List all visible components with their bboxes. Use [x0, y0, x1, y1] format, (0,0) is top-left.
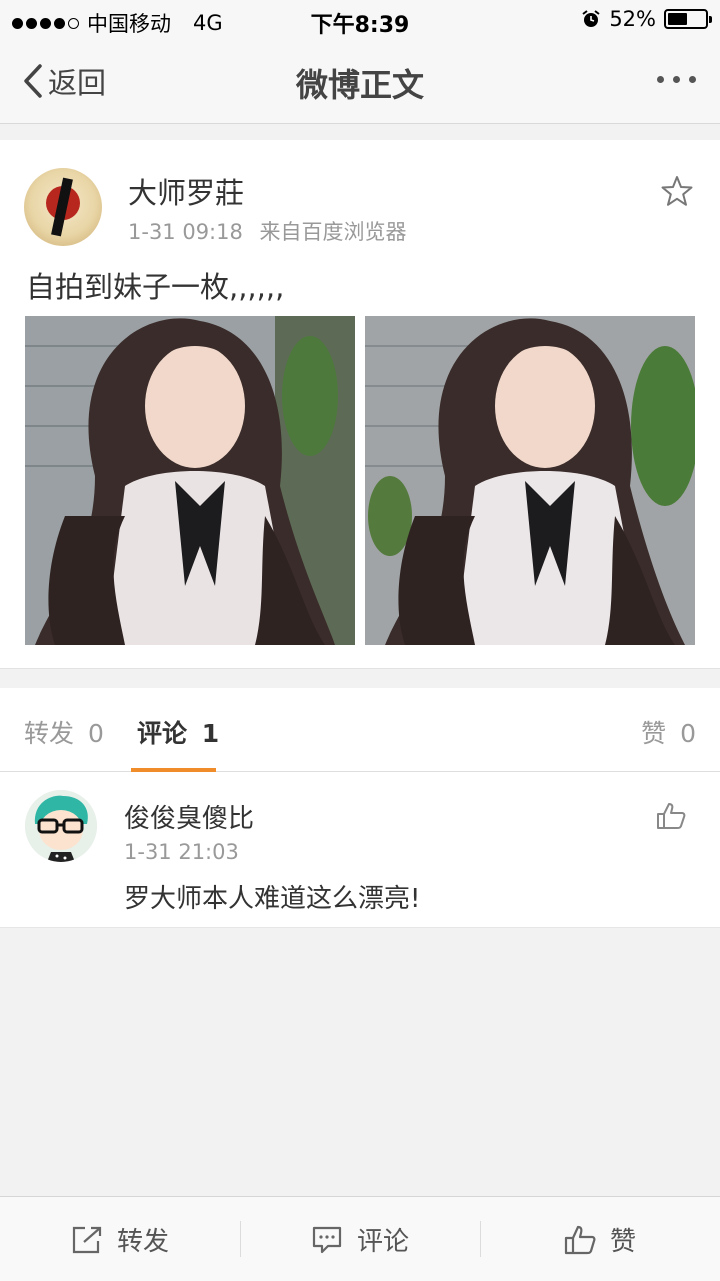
tab-reposts-count: 0	[87, 719, 104, 748]
tab-likes-label: 赞	[641, 719, 667, 748]
post-text: 自拍到妹子一枚,,,,,,	[26, 270, 285, 304]
repost-label: 转发	[116, 1227, 169, 1257]
thumbs-up-icon	[564, 1225, 596, 1254]
comment-button[interactable]: 评论	[240, 1197, 480, 1281]
tab-comments[interactable]: 评论 1	[137, 714, 219, 750]
tab-reposts-label: 转发	[24, 719, 75, 748]
tab-comments-count: 1	[201, 719, 220, 748]
author-avatar[interactable]	[24, 168, 102, 246]
post-source: 来自百度浏览器	[259, 220, 407, 244]
page-title: 微博正文	[295, 66, 424, 104]
alarm-clock-icon	[582, 10, 600, 27]
share-icon	[72, 1226, 102, 1253]
commenter-avatar[interactable]	[25, 790, 97, 862]
battery-icon	[664, 9, 712, 29]
thumbs-up-icon[interactable]	[656, 802, 686, 830]
tab-likes-count: 0	[680, 719, 696, 748]
post-image[interactable]	[25, 316, 355, 645]
like-button[interactable]: 赞	[480, 1197, 720, 1281]
more-options-icon[interactable]	[657, 76, 696, 83]
comment-item: 俊俊臭傻比 1-31 21:03 罗大师本人难道这么漂亮!	[0, 772, 720, 928]
comment-label: 评论	[356, 1227, 409, 1257]
tab-likes[interactable]: 赞 0	[641, 714, 696, 750]
status-bar: 中国移动 4G 下午8:39 52%	[0, 0, 720, 40]
comment-text: 罗大师本人难道这么漂亮!	[124, 884, 421, 914]
repost-button[interactable]: 转发	[0, 1197, 240, 1281]
bottom-action-bar: 转发 评论 赞	[0, 1196, 720, 1281]
nav-bar: 返回 微博正文	[0, 40, 720, 124]
post-timestamp: 1-31 09:18	[128, 220, 243, 244]
tab-comments-label: 评论	[137, 719, 188, 748]
post-image[interactable]	[365, 316, 695, 645]
post-meta: 1-31 09:18 来自百度浏览器	[128, 216, 407, 246]
comment-timestamp: 1-31 21:03	[124, 840, 239, 864]
tab-reposts[interactable]: 转发 0	[24, 714, 104, 750]
status-right: 52%	[581, 7, 712, 31]
author-name[interactable]: 大师罗莊	[128, 170, 244, 212]
battery-percent: 52%	[609, 7, 656, 31]
comment-bubble-icon	[312, 1226, 342, 1253]
favorite-star-icon[interactable]	[660, 174, 694, 208]
like-label: 赞	[609, 1227, 636, 1257]
interaction-tabs: 转发 0 评论 1 赞 0	[0, 688, 720, 772]
section-divider	[0, 668, 720, 688]
commenter-name[interactable]: 俊俊臭傻比	[124, 798, 254, 835]
weibo-post: 大师罗莊 1-31 09:18 来自百度浏览器 自拍到妹子一枚,,,,,,	[0, 140, 720, 668]
